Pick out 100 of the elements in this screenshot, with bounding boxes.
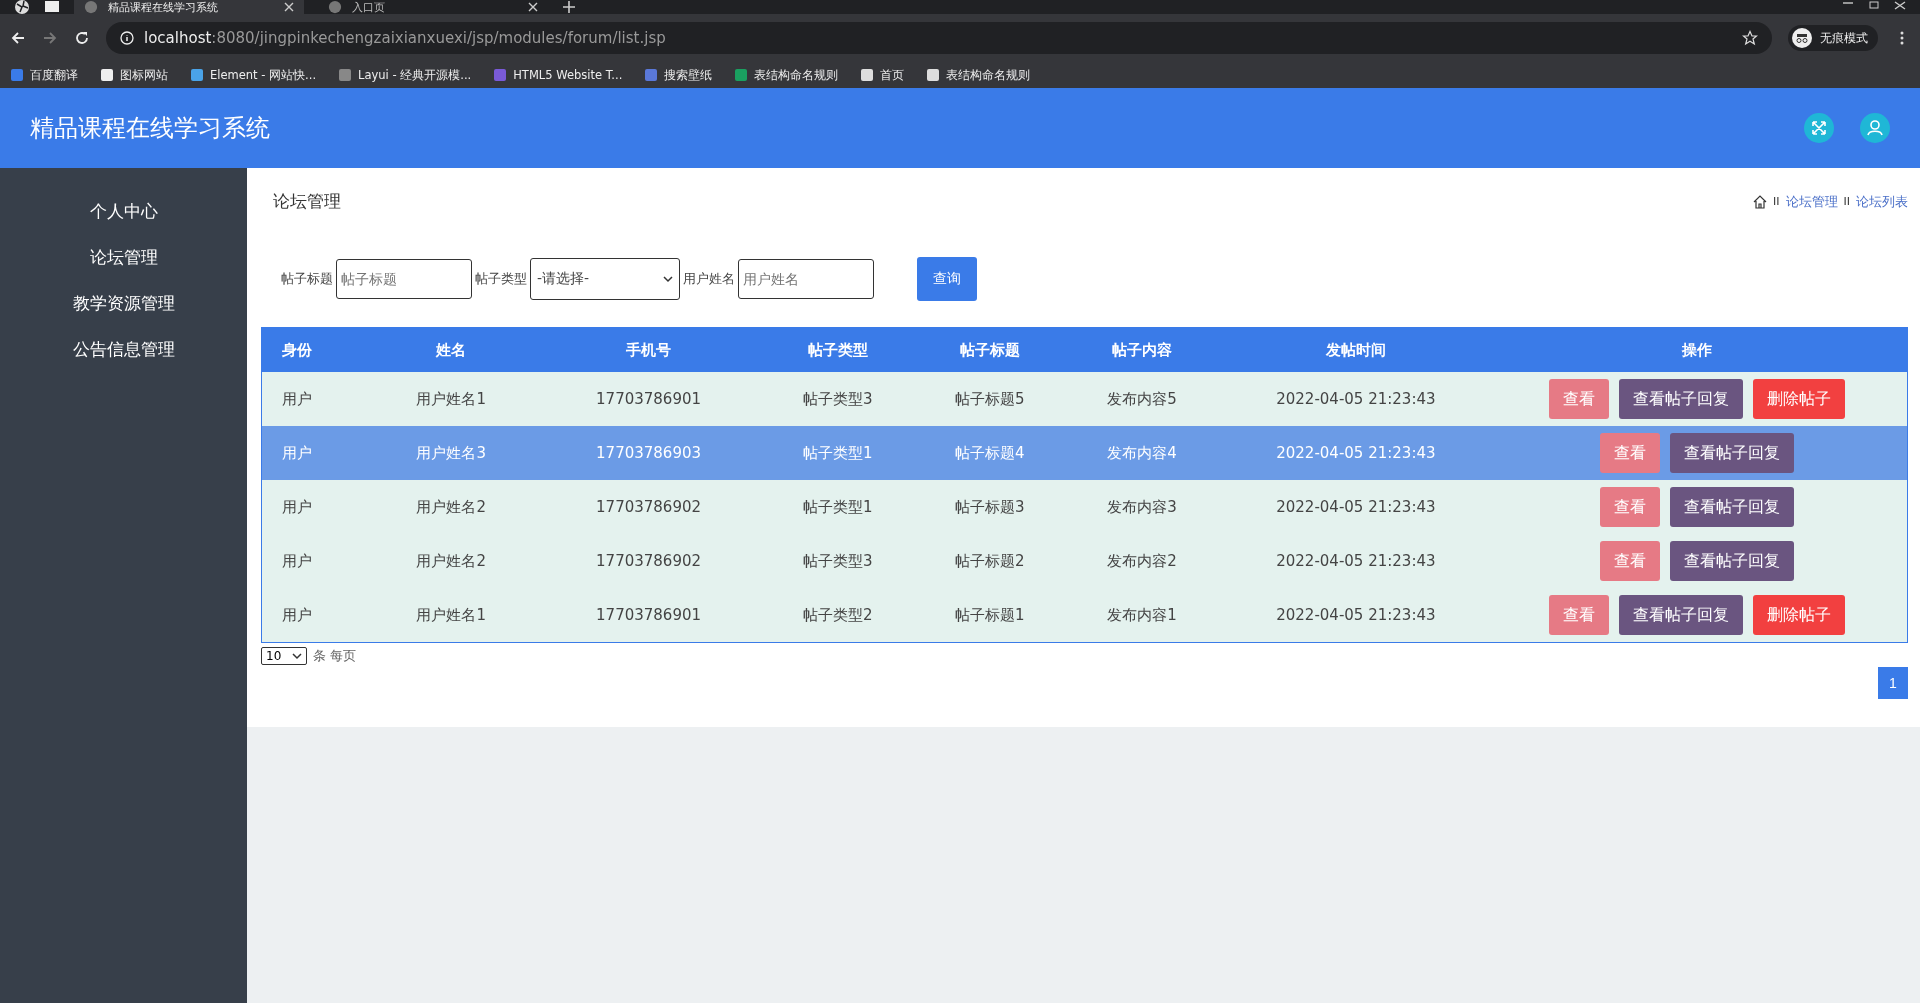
profile-button[interactable]: 无痕模式 xyxy=(1788,25,1878,51)
close-icon[interactable] xyxy=(528,2,538,12)
table-row[interactable]: 用户 用户姓名1 17703786901 帖子类型3 帖子标题5 发布内容5 2022-04-05 21:23:43 查看 查看帖子回复 删除帖子 xyxy=(262,372,1907,426)
favicon-icon xyxy=(926,68,941,82)
column-header: 帖子标题 xyxy=(958,340,1021,360)
close-icon[interactable] xyxy=(284,2,294,12)
table-cell: 17703786901 xyxy=(596,390,702,408)
browser-tab[interactable]: 入口页 xyxy=(318,0,548,14)
sidebar-item[interactable]: 公告信息管理 xyxy=(72,326,175,372)
table-cell: 2022-04-05 21:23:43 xyxy=(1276,444,1436,462)
favicon-icon xyxy=(100,68,114,82)
page-size-label: 条 每页 xyxy=(313,647,357,665)
breadcrumb-separator: II xyxy=(1773,195,1780,208)
action-button[interactable]: 查看帖子回复 xyxy=(1619,595,1744,635)
table-cell: 17703786903 xyxy=(596,444,702,462)
browser-tab[interactable]: 精品课程在线学习系统 xyxy=(74,0,304,14)
table-cell: 帖子类型3 xyxy=(802,389,873,408)
table-row[interactable]: 用户 用户姓名2 17703786902 帖子类型3 帖子标题2 发布内容2 2022-04-05 21:23:43 查看 查看帖子回复 xyxy=(262,534,1907,588)
breadcrumb-separator: II xyxy=(1843,195,1850,208)
favicon-icon xyxy=(190,68,204,82)
table-cell: 用户姓名1 xyxy=(416,605,486,624)
table-cell: 发布内容1 xyxy=(1107,605,1177,624)
action-button[interactable]: 查看帖子回复 xyxy=(1670,487,1795,527)
column-header: 姓名 xyxy=(435,340,468,360)
column-header: 操作 xyxy=(1681,340,1714,360)
table-cell: 用户 xyxy=(282,497,312,516)
table-cell: 用户 xyxy=(282,605,312,624)
action-button[interactable]: 删除帖子 xyxy=(1753,595,1846,635)
favicon-icon xyxy=(860,68,875,82)
search-button[interactable]: 查询 xyxy=(917,257,977,301)
page-title: 论坛管理 xyxy=(273,190,341,213)
table-cell: 2022-04-05 21:23:43 xyxy=(1276,498,1436,516)
table-cell: 帖子类型3 xyxy=(802,551,873,570)
table-row[interactable]: 用户 用户姓名1 17703786901 帖子类型2 帖子标题1 发布内容1 2022-04-05 21:23:43 查看 查看帖子回复 删除帖子 xyxy=(262,588,1907,642)
bookmark[interactable]: 图标网站 xyxy=(100,67,168,83)
action-button[interactable]: 查看帖子回复 xyxy=(1670,541,1795,581)
input-field[interactable]: 帖子标题 xyxy=(336,259,472,299)
table-cell: 帖子类型1 xyxy=(802,497,873,516)
reload-icon[interactable] xyxy=(74,30,90,46)
table-cell: 发布内容3 xyxy=(1107,497,1177,516)
table-cell: 帖子标题4 xyxy=(955,443,1025,462)
table-cell: 2022-04-05 21:23:43 xyxy=(1276,552,1436,570)
filter-label: 用户姓名 xyxy=(683,270,735,288)
sidebar-item[interactable]: 个人中心 xyxy=(89,188,158,234)
table-cell: 用户 xyxy=(282,389,312,408)
table-cell: 用户 xyxy=(282,443,312,462)
user-icon[interactable] xyxy=(1860,113,1890,143)
page-button[interactable]: 1 xyxy=(1878,667,1908,699)
bookmark[interactable]: 百度翻译 xyxy=(10,67,78,83)
home-icon[interactable] xyxy=(1753,194,1767,209)
page-size-dropdown[interactable]: 10 xyxy=(261,647,307,665)
fullscreen-icon[interactable] xyxy=(1804,113,1834,143)
favicon-icon xyxy=(734,68,749,82)
table-cell: 用户姓名1 xyxy=(416,389,486,408)
app-title: 精品课程在线学习系统 xyxy=(30,113,270,144)
favicon-icon xyxy=(10,68,24,82)
breadcrumb-link[interactable]: 论坛管理 xyxy=(1785,192,1838,211)
table-cell: 17703786902 xyxy=(596,498,702,516)
input-field[interactable]: 用户姓名 xyxy=(738,259,874,299)
back-icon[interactable] xyxy=(10,30,26,46)
favicon-icon xyxy=(644,68,659,82)
incognito-icon xyxy=(1792,28,1812,48)
address-bar[interactable]: localhost:8080/jingpinkechengzaixianxuexi/jsp/modules/forum/list.jsp xyxy=(106,22,1772,54)
action-button[interactable]: 查看帖子回复 xyxy=(1670,433,1795,473)
table-cell: 帖子类型1 xyxy=(802,443,873,462)
sidebar-item[interactable]: 教学资源管理 xyxy=(72,280,175,326)
column-header: 帖子内容 xyxy=(1111,340,1174,360)
column-header: 身份 xyxy=(281,340,313,360)
bookmark[interactable]: HTML5 Website T... xyxy=(493,68,623,82)
column-header: 手机号 xyxy=(625,340,673,360)
close-icon[interactable] xyxy=(1894,1,1906,13)
bookmark[interactable]: Element - 网站快... xyxy=(190,67,317,83)
table-cell: 发布内容2 xyxy=(1107,551,1177,570)
bookmark[interactable]: 搜索壁纸 xyxy=(644,67,713,83)
table-cell: 帖子标题5 xyxy=(955,389,1025,408)
table-cell: 用户 xyxy=(282,551,312,570)
table-cell: 发布内容5 xyxy=(1107,389,1177,408)
breadcrumb-link[interactable]: 论坛列表 xyxy=(1856,192,1908,211)
info-icon[interactable] xyxy=(120,31,134,45)
table-cell: 用户姓名2 xyxy=(416,497,486,516)
forward-icon[interactable] xyxy=(42,30,58,46)
column-header: 发帖时间 xyxy=(1324,340,1387,360)
table-row[interactable]: 用户 用户姓名2 17703786902 帖子类型1 帖子标题3 发布内容3 2022-04-05 21:23:43 查看 查看帖子回复 xyxy=(262,480,1907,534)
favicon-icon xyxy=(493,68,508,82)
action-button[interactable]: 删除帖子 xyxy=(1753,379,1846,419)
action-button[interactable]: 查看帖子回复 xyxy=(1619,379,1744,419)
table-cell: 17703786902 xyxy=(596,552,702,570)
bookmark[interactable]: 首页 xyxy=(860,67,905,83)
bookmark[interactable]: 表结构命名规则 xyxy=(734,67,839,83)
table-row[interactable]: 用户 用户姓名3 17703786903 帖子类型1 帖子标题4 发布内容4 2022-04-05 21:23:43 查看 查看帖子回复 xyxy=(262,426,1907,480)
plus-icon[interactable] xyxy=(562,0,576,14)
bookmark[interactable]: 表结构命名规则 xyxy=(926,67,1031,83)
table-cell: 2022-04-05 21:23:43 xyxy=(1276,606,1436,624)
caret-icon xyxy=(292,651,302,661)
favicon-icon xyxy=(338,68,353,82)
bookmark[interactable]: Layui - 经典开源模... xyxy=(338,67,472,83)
filter-label: 帖子标题 xyxy=(281,270,333,288)
sidebar-item[interactable]: 论坛管理 xyxy=(89,234,158,280)
star-icon[interactable] xyxy=(1742,30,1758,46)
dropdown[interactable]: -请选择- xyxy=(530,258,680,300)
